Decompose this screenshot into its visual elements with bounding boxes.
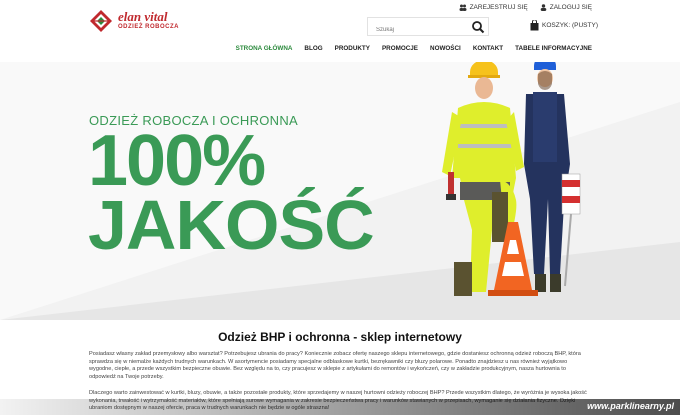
user-icon (540, 4, 547, 11)
cart-link[interactable]: KOSZYK: (PUSTY) (530, 20, 598, 31)
main-nav: STRONA GŁÓWNA BLOG PRODUKTY PROMOCJE NOW… (236, 45, 592, 52)
cart-icon (530, 20, 539, 31)
workers-illustration (442, 62, 581, 296)
nav-products[interactable]: PRODUKTY (335, 45, 370, 52)
nav-blog[interactable]: BLOG (304, 45, 322, 52)
diamond-logo-icon (90, 10, 112, 32)
account-links: ZAREJESTRUJ SIĘ ZALOGUJ SIĘ (459, 4, 592, 11)
search-input[interactable] (368, 21, 464, 39)
nav-info-tables[interactable]: TABELE INFORMACYJNE (515, 45, 592, 52)
brand-logo[interactable]: elan vital ODZIEŻ ROBOCZA (90, 8, 190, 34)
login-label: ZALOGUJ SIĘ (549, 4, 592, 11)
register-link[interactable]: ZAREJESTRUJ SIĘ (459, 4, 528, 11)
register-label: ZAREJESTRUJ SIĘ (469, 4, 528, 11)
nav-promotions[interactable]: PROMOCJE (382, 45, 418, 52)
content-paragraph-1: Posiadasz własny zakład przemysłowy albo… (89, 351, 581, 380)
search-icon[interactable] (471, 20, 485, 34)
watermark-text: www.parklinearny.pl (587, 401, 674, 411)
nav-new[interactable]: NOWOŚCI (430, 45, 461, 52)
brand-name: elan vital (118, 9, 168, 24)
login-link[interactable]: ZALOGUJ SIĘ (540, 4, 592, 11)
hero-banner[interactable]: ODZIEŻ ROBOCZA I OCHRONNA 100% JAKOŚĆ (0, 62, 680, 320)
nav-contact[interactable]: KONTAKT (473, 45, 503, 52)
watermark-bar: www.parklinearny.pl (0, 399, 680, 415)
site-header: elan vital ODZIEŻ ROBOCZA ZAREJESTRUJ SI… (0, 0, 680, 62)
users-icon (459, 4, 467, 11)
nav-home[interactable]: STRONA GŁÓWNA (236, 45, 293, 52)
search-box (367, 17, 489, 39)
hero-headline-quality: JAKOŚĆ (88, 186, 375, 264)
cart-label: KOSZYK: (PUSTY) (542, 22, 598, 29)
content-title: Odzież BHP i ochronna - sklep internetow… (218, 330, 462, 344)
barrier-post (561, 173, 581, 287)
brand-tagline: ODZIEŻ ROBOCZA (118, 24, 179, 30)
